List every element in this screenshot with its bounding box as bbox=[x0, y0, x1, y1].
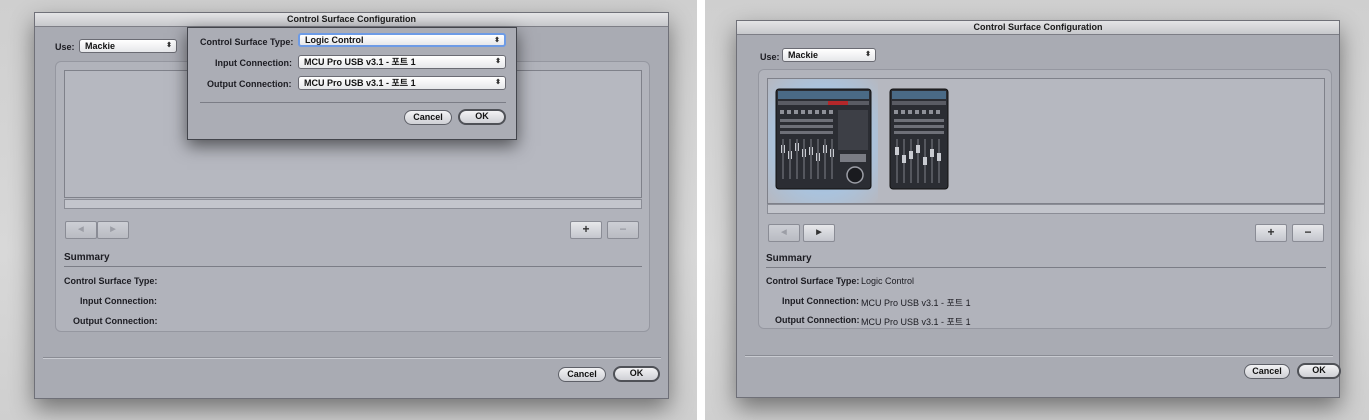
use-label: Use: bbox=[55, 42, 75, 52]
use-popup[interactable]: Mackie ⬍ bbox=[79, 39, 177, 53]
sheet-output-value: MCU Pro USB v3.1 - 포트 1 bbox=[304, 78, 416, 88]
use-popup-value: Mackie bbox=[85, 41, 116, 51]
summary-heading: Summary bbox=[64, 252, 110, 263]
use-popup-value: Mackie bbox=[788, 50, 819, 60]
summary-divider bbox=[64, 266, 642, 267]
remove-button[interactable]: − bbox=[1292, 224, 1324, 242]
ok-button[interactable]: OK bbox=[613, 366, 660, 382]
cancel-button[interactable]: Cancel bbox=[1244, 364, 1290, 379]
sheet-ok-button[interactable]: OK bbox=[458, 109, 506, 125]
sheet-input-label: Input Connection: bbox=[215, 58, 292, 68]
summary-input-value: MCU Pro USB v3.1 - 포트 1 bbox=[861, 298, 971, 308]
use-popup[interactable]: Mackie ⬍ bbox=[782, 48, 876, 62]
sheet-input-popup[interactable]: MCU Pro USB v3.1 - 포트 1 ⬍ bbox=[298, 55, 506, 69]
window-title: Control Surface Configuration bbox=[35, 13, 668, 27]
summary-output-label: Output Connection: bbox=[73, 316, 158, 326]
add-button[interactable]: + bbox=[570, 221, 602, 239]
updown-arrows-icon: ⬍ bbox=[166, 42, 172, 49]
sheet-cancel-button[interactable]: Cancel bbox=[404, 110, 452, 125]
previous-button[interactable]: ◀ bbox=[768, 224, 800, 242]
sheet-type-label: Control Surface Type: bbox=[200, 37, 294, 47]
sheet-output-popup[interactable]: MCU Pro USB v3.1 - 포트 1 ⬍ bbox=[298, 76, 506, 90]
device-browser-scrollbar[interactable] bbox=[767, 204, 1325, 214]
sheet-output-label: Output Connection: bbox=[207, 79, 292, 89]
use-label: Use: bbox=[760, 52, 780, 62]
device-tile-logic-control-xt[interactable] bbox=[888, 85, 952, 197]
surface-setup-sheet: Control Surface Type: Logic Control ⬍ In… bbox=[187, 27, 517, 140]
updown-arrows-icon: ⬍ bbox=[495, 58, 501, 65]
configuration-groupbox: ◀ ▶ + − Summary Control Surface Type: Lo… bbox=[758, 69, 1332, 329]
footer-divider bbox=[745, 355, 1333, 357]
summary-type-value: Logic Control bbox=[861, 276, 915, 286]
mackie-control-unit-icon bbox=[775, 88, 872, 190]
window-title: Control Surface Configuration bbox=[737, 21, 1339, 35]
add-button[interactable]: + bbox=[1255, 224, 1287, 242]
control-surface-window-left: Control Surface Configuration Use: Macki… bbox=[34, 12, 669, 399]
summary-divider bbox=[766, 267, 1326, 268]
previous-button[interactable]: ◀ bbox=[65, 221, 97, 239]
sheet-input-value: MCU Pro USB v3.1 - 포트 1 bbox=[304, 57, 416, 67]
summary-heading: Summary bbox=[766, 253, 812, 264]
next-button[interactable]: ▶ bbox=[97, 221, 129, 239]
sheet-type-popup[interactable]: Logic Control ⬍ bbox=[298, 33, 506, 47]
updown-arrows-icon: ⬍ bbox=[494, 37, 500, 44]
summary-input-label: Input Connection: bbox=[80, 296, 157, 306]
summary-type-label: Control Surface Type: bbox=[64, 276, 158, 286]
sheet-divider bbox=[200, 102, 506, 103]
remove-button[interactable]: − bbox=[607, 221, 639, 239]
screenshot-divider bbox=[697, 0, 705, 420]
summary-type-label: Control Surface Type: bbox=[766, 276, 860, 286]
updown-arrows-icon: ⬍ bbox=[495, 79, 501, 86]
summary-output-label: Output Connection: bbox=[775, 315, 860, 325]
device-browser[interactable] bbox=[767, 78, 1325, 204]
footer-divider bbox=[43, 357, 661, 359]
sheet-type-value: Logic Control bbox=[305, 35, 364, 45]
cancel-button[interactable]: Cancel bbox=[558, 367, 606, 382]
next-button[interactable]: ▶ bbox=[803, 224, 835, 242]
summary-input-label: Input Connection: bbox=[782, 296, 859, 306]
mackie-extender-icon bbox=[889, 88, 949, 190]
ok-button[interactable]: OK bbox=[1297, 363, 1341, 379]
device-tile-logic-control[interactable] bbox=[768, 79, 878, 203]
updown-arrows-icon: ⬍ bbox=[865, 51, 871, 58]
control-surface-window-right: Control Surface Configuration Use: Macki… bbox=[736, 20, 1341, 398]
device-browser-scrollbar[interactable] bbox=[64, 199, 642, 209]
summary-output-value: MCU Pro USB v3.1 - 포트 1 bbox=[861, 317, 971, 327]
